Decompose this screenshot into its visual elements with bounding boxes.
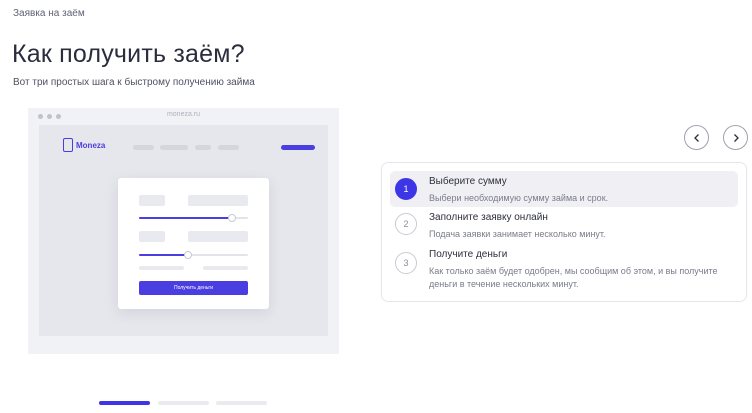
mock-nav-item xyxy=(218,145,239,150)
mock-slider-fill xyxy=(139,254,189,256)
step-description: Подача заявки занимает несколько минут. xyxy=(429,229,606,239)
step-title: Выберите сумму xyxy=(429,176,507,187)
steps-panel: 1 Выберите сумму Выбери необходимую сумм… xyxy=(381,162,747,302)
app-mockup-illustration: moneza.ru Moneza Получить деньги xyxy=(28,108,339,354)
mock-slider-amount xyxy=(139,214,248,222)
mock-nav-item xyxy=(133,145,154,150)
mock-field-label xyxy=(139,231,165,242)
step-description: Выбери необходимую сумму займа и срок. xyxy=(429,193,609,203)
breadcrumb[interactable]: Заявка на заём xyxy=(13,8,85,19)
pagination-dot-1[interactable] xyxy=(99,401,150,405)
mock-field xyxy=(188,231,248,242)
mock-loan-form: Получить деньги xyxy=(118,178,269,309)
mock-page: Moneza Получить деньги xyxy=(39,125,328,336)
step-item-2[interactable]: 2 Заполните заявку онлайн Подача заявки … xyxy=(390,208,738,244)
logo-text: Moneza xyxy=(76,140,106,150)
mock-browser-bar: moneza.ru xyxy=(28,108,339,125)
mock-hint xyxy=(139,266,184,270)
step-item-3[interactable]: 3 Получите деньги Как только заём будет … xyxy=(390,245,738,295)
moneza-logo: Moneza xyxy=(63,138,105,152)
mock-nav-cta xyxy=(281,145,315,150)
mock-url: moneza.ru xyxy=(166,111,201,118)
mock-slider-term xyxy=(139,251,248,259)
mock-slider-knob xyxy=(227,214,236,222)
page-subtitle: Вот три простых шага к быстрому получени… xyxy=(13,77,255,88)
mock-nav-item xyxy=(160,145,188,150)
step-title: Заполните заявку онлайн xyxy=(429,212,548,223)
step-title: Получите деньги xyxy=(429,249,508,260)
pagination-dot-3[interactable] xyxy=(216,401,267,405)
mock-field xyxy=(188,195,248,206)
mock-nav-item xyxy=(195,145,211,150)
mock-get-money-button: Получить деньги xyxy=(139,281,248,295)
mock-hint xyxy=(203,266,248,270)
chevron-right-icon xyxy=(733,133,739,142)
step-number: 1 xyxy=(395,178,417,200)
step-item-1[interactable]: 1 Выберите сумму Выбери необходимую сумм… xyxy=(390,171,738,207)
mock-field-label xyxy=(139,195,165,206)
step-description: Как только заём будет одобрен, мы сообщи… xyxy=(429,266,718,289)
phone-icon xyxy=(63,138,73,152)
page-title: Как получить заём? xyxy=(12,40,245,68)
next-slide-button[interactable] xyxy=(723,125,748,150)
pagination-dot-2[interactable] xyxy=(158,401,209,405)
prev-slide-button[interactable] xyxy=(684,125,709,150)
step-number: 2 xyxy=(395,213,417,235)
mock-slider-fill xyxy=(139,217,232,219)
mock-slider-knob xyxy=(184,251,193,259)
chevron-left-icon xyxy=(693,133,699,142)
step-number: 3 xyxy=(395,252,417,274)
